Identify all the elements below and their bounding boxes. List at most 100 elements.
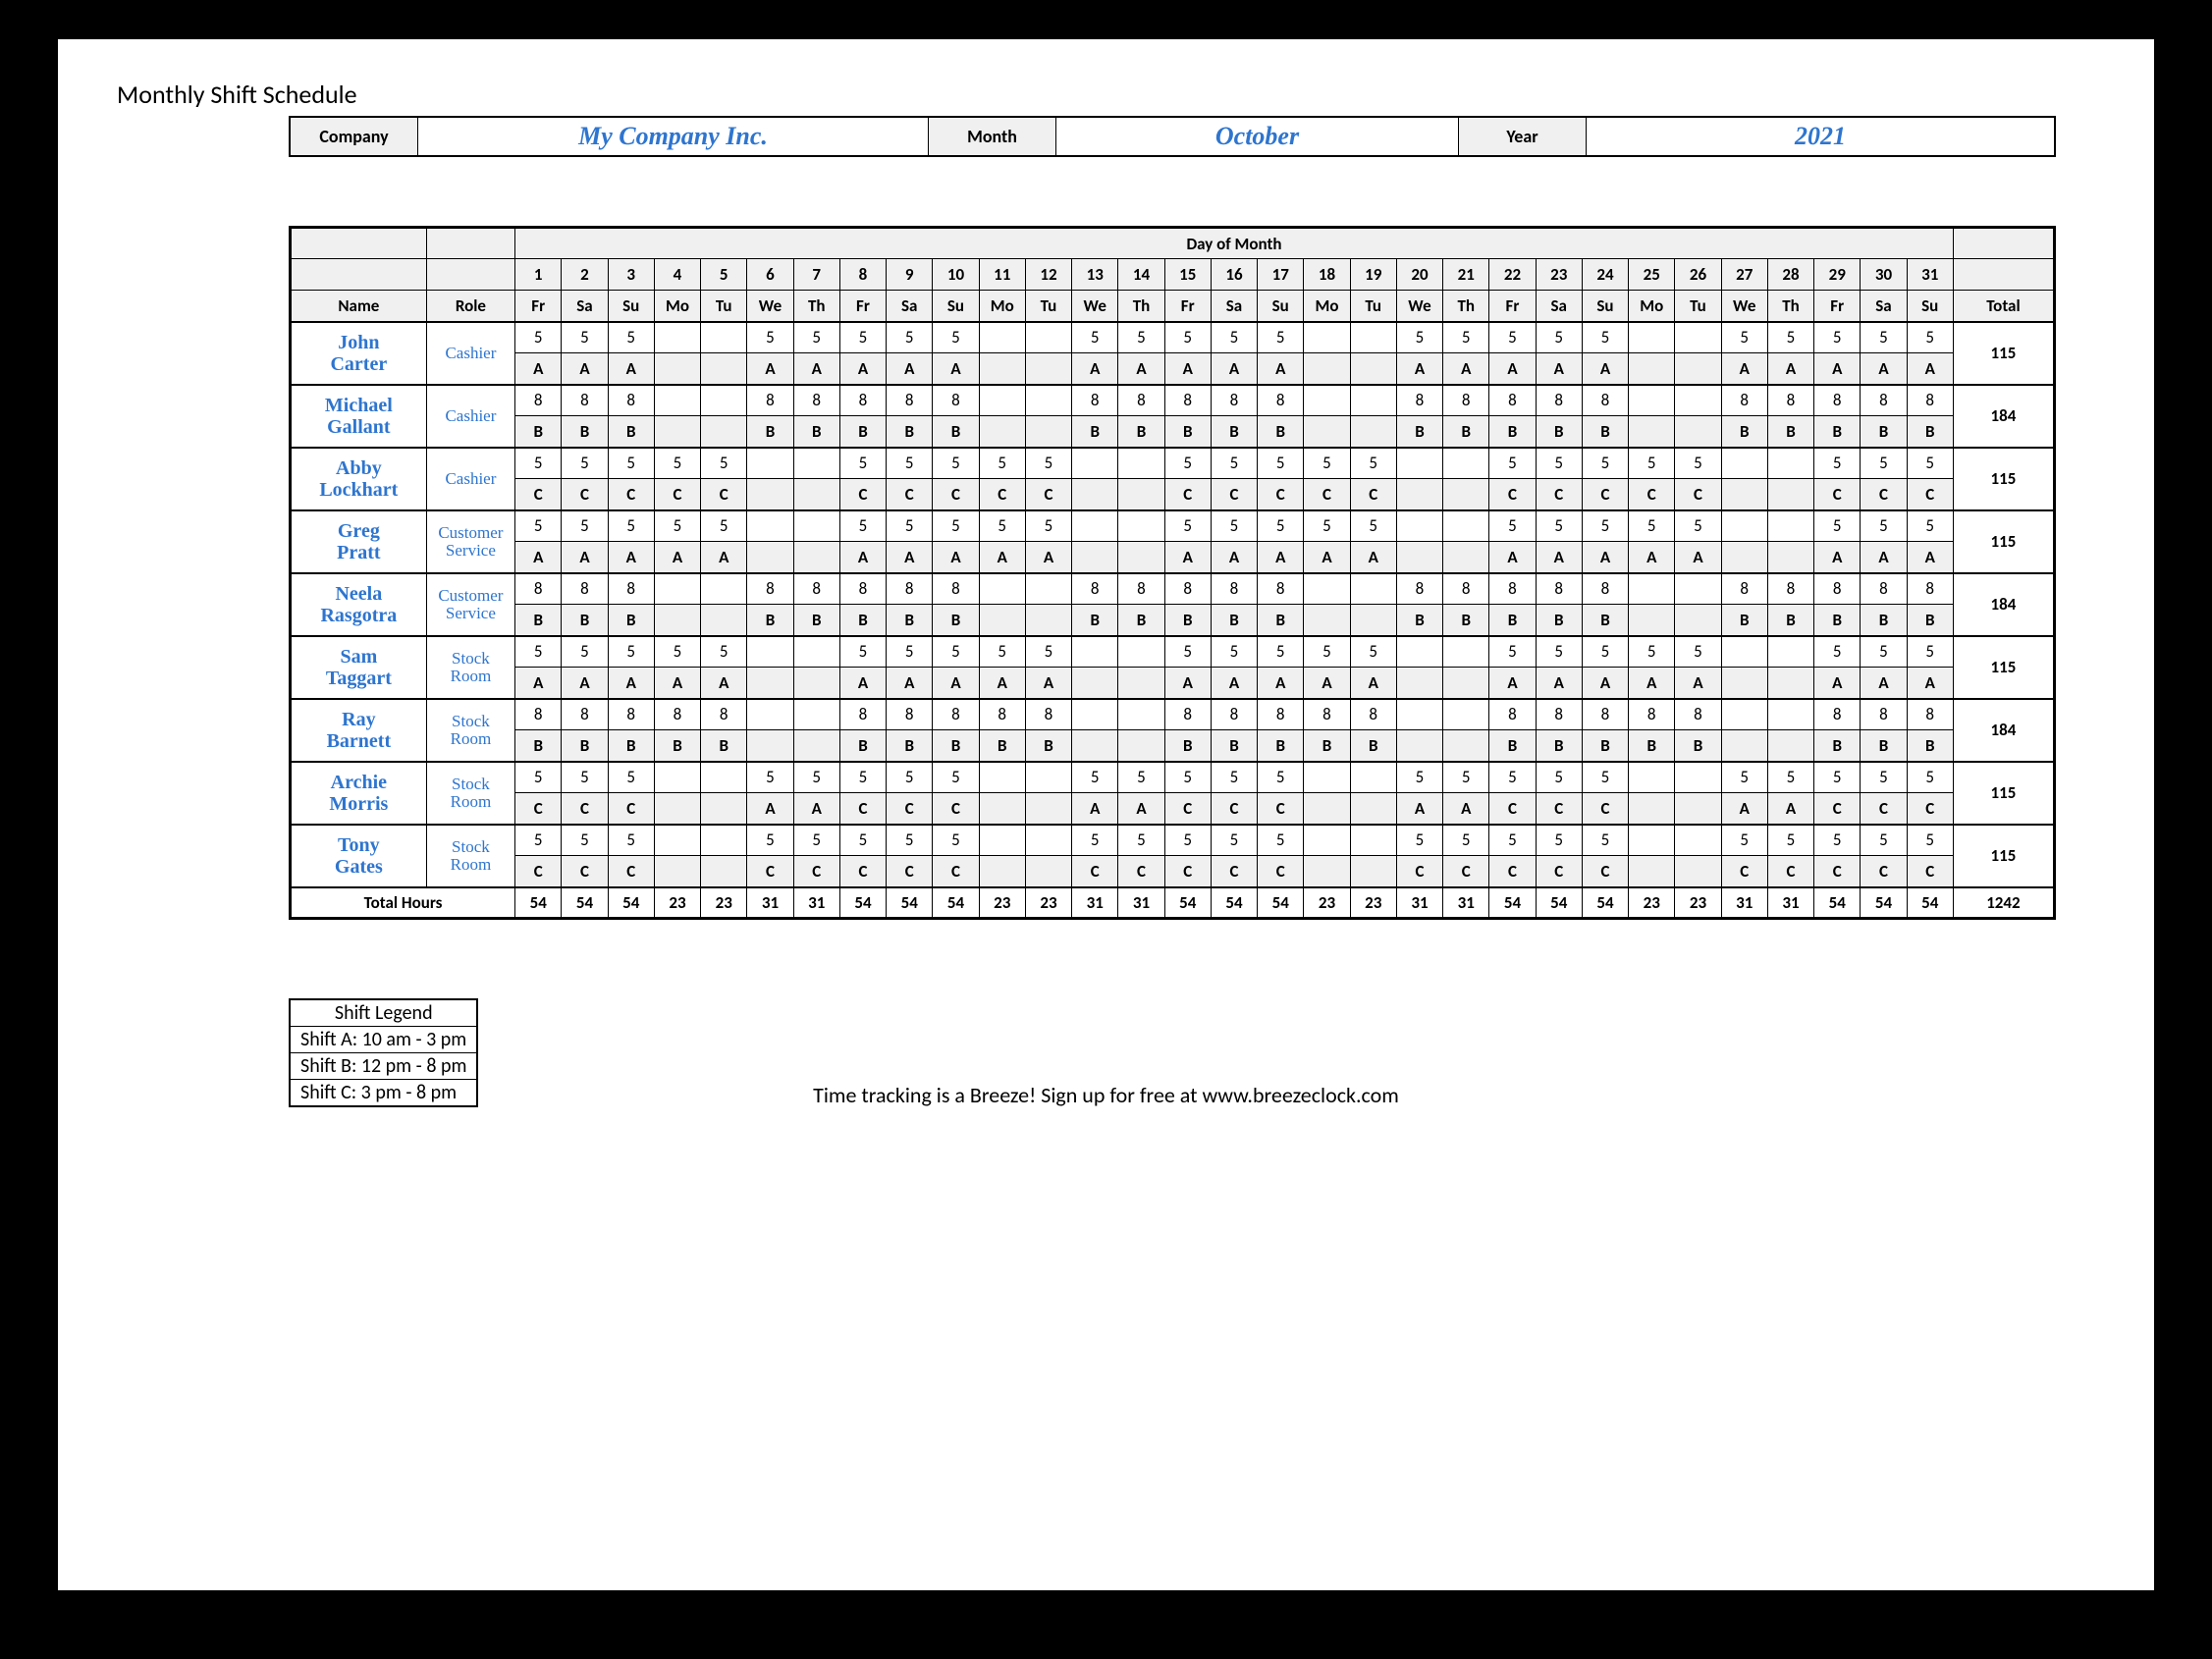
shift-cell: A <box>562 542 608 573</box>
employee-total: 184 <box>1953 573 2054 636</box>
hours-cell: 5 <box>1072 825 1118 856</box>
shift-cell: A <box>654 668 700 699</box>
hours-cell <box>747 699 793 730</box>
shift-cell: A <box>1258 542 1304 573</box>
shift-cell: C <box>1536 793 1582 825</box>
shift-cell: A <box>701 542 747 573</box>
hours-cell <box>793 510 839 542</box>
weekday-header: Th <box>1443 291 1489 322</box>
shift-cell: C <box>1536 856 1582 887</box>
hours-cell <box>979 762 1025 793</box>
day-total: 23 <box>654 887 700 919</box>
weekday-header: Tu <box>1675 291 1721 322</box>
shift-cell: B <box>1861 730 1907 762</box>
employee-role: Cashier <box>426 385 514 448</box>
employee-total: 184 <box>1953 385 2054 448</box>
hours-cell: 5 <box>793 825 839 856</box>
hours-cell: 8 <box>933 699 979 730</box>
hours-cell <box>701 825 747 856</box>
shift-cell: A <box>1072 793 1118 825</box>
shift-cell: C <box>887 856 933 887</box>
hours-cell: 5 <box>1164 448 1211 479</box>
day-number: 19 <box>1350 259 1396 291</box>
weekday-header: Fr <box>839 291 886 322</box>
hours-cell: 5 <box>1814 448 1861 479</box>
employee-role: StockRoom <box>426 636 514 699</box>
hours-cell: 8 <box>515 573 562 605</box>
hours-cell <box>1629 385 1675 416</box>
shift-cell: A <box>1350 542 1396 573</box>
hours-cell: 5 <box>1164 762 1211 793</box>
weekday-header: Sa <box>1211 291 1257 322</box>
hours-cell: 5 <box>887 510 933 542</box>
hours-cell: 5 <box>1211 322 1257 353</box>
hours-cell: 5 <box>562 636 608 668</box>
shift-cell: A <box>515 668 562 699</box>
shift-cell: C <box>1489 793 1536 825</box>
shift-cell <box>1629 856 1675 887</box>
shift-cell: B <box>1907 605 1953 636</box>
hours-cell: 8 <box>839 573 886 605</box>
shift-cell <box>793 730 839 762</box>
hours-cell: 8 <box>1025 699 1071 730</box>
grand-total: 1242 <box>1953 887 2054 919</box>
shift-cell: A <box>1258 668 1304 699</box>
shift-cell: C <box>1258 793 1304 825</box>
day-total: 31 <box>1721 887 1767 919</box>
shift-cell: B <box>1489 605 1536 636</box>
hours-cell <box>1675 385 1721 416</box>
shift-cell <box>1025 353 1071 385</box>
hours-cell: 8 <box>1258 385 1304 416</box>
shift-cell: A <box>933 542 979 573</box>
hours-cell: 8 <box>1443 573 1489 605</box>
hours-cell: 8 <box>839 699 886 730</box>
shift-cell <box>1396 668 1442 699</box>
employee-total: 115 <box>1953 322 2054 385</box>
hours-cell <box>1304 385 1350 416</box>
shift-cell: A <box>839 353 886 385</box>
hours-cell <box>793 636 839 668</box>
day-total: 54 <box>1907 887 1953 919</box>
weekday-header: Su <box>1582 291 1628 322</box>
shift-cell: B <box>1396 605 1442 636</box>
shift-cell: C <box>1582 479 1628 510</box>
hours-cell <box>1721 636 1767 668</box>
hours-cell: 5 <box>1536 448 1582 479</box>
hours-cell <box>701 573 747 605</box>
hours-cell <box>1350 762 1396 793</box>
hours-cell: 8 <box>701 699 747 730</box>
shift-cell <box>1304 605 1350 636</box>
shift-cell: A <box>1443 353 1489 385</box>
hours-cell: 5 <box>515 322 562 353</box>
hours-cell <box>747 448 793 479</box>
day-total: 23 <box>1025 887 1071 919</box>
shift-cell: A <box>608 668 654 699</box>
shift-cell: C <box>608 479 654 510</box>
shift-cell: A <box>1536 542 1582 573</box>
hours-cell <box>1350 573 1396 605</box>
shift-cell: A <box>1489 668 1536 699</box>
hours-cell: 5 <box>1536 636 1582 668</box>
hours-cell: 5 <box>793 762 839 793</box>
shift-cell: C <box>933 856 979 887</box>
shift-cell: A <box>1814 353 1861 385</box>
employee-name: AbbyLockhart <box>291 448 427 510</box>
hours-cell: 8 <box>608 699 654 730</box>
shift-cell <box>1767 542 1813 573</box>
day-total: 54 <box>1258 887 1304 919</box>
hours-cell: 8 <box>515 385 562 416</box>
hours-cell <box>1443 699 1489 730</box>
shift-cell <box>701 793 747 825</box>
weekday-header: Mo <box>654 291 700 322</box>
hours-cell: 5 <box>1907 510 1953 542</box>
shift-cell: A <box>608 542 654 573</box>
page-title: Monthly Shift Schedule <box>117 79 2095 110</box>
shift-cell: B <box>933 605 979 636</box>
shift-cell <box>979 856 1025 887</box>
hours-cell: 5 <box>608 448 654 479</box>
hours-cell: 8 <box>654 699 700 730</box>
day-total: 31 <box>1767 887 1813 919</box>
weekday-header: Su <box>1258 291 1304 322</box>
shift-cell: C <box>1072 856 1118 887</box>
shift-cell <box>654 353 700 385</box>
